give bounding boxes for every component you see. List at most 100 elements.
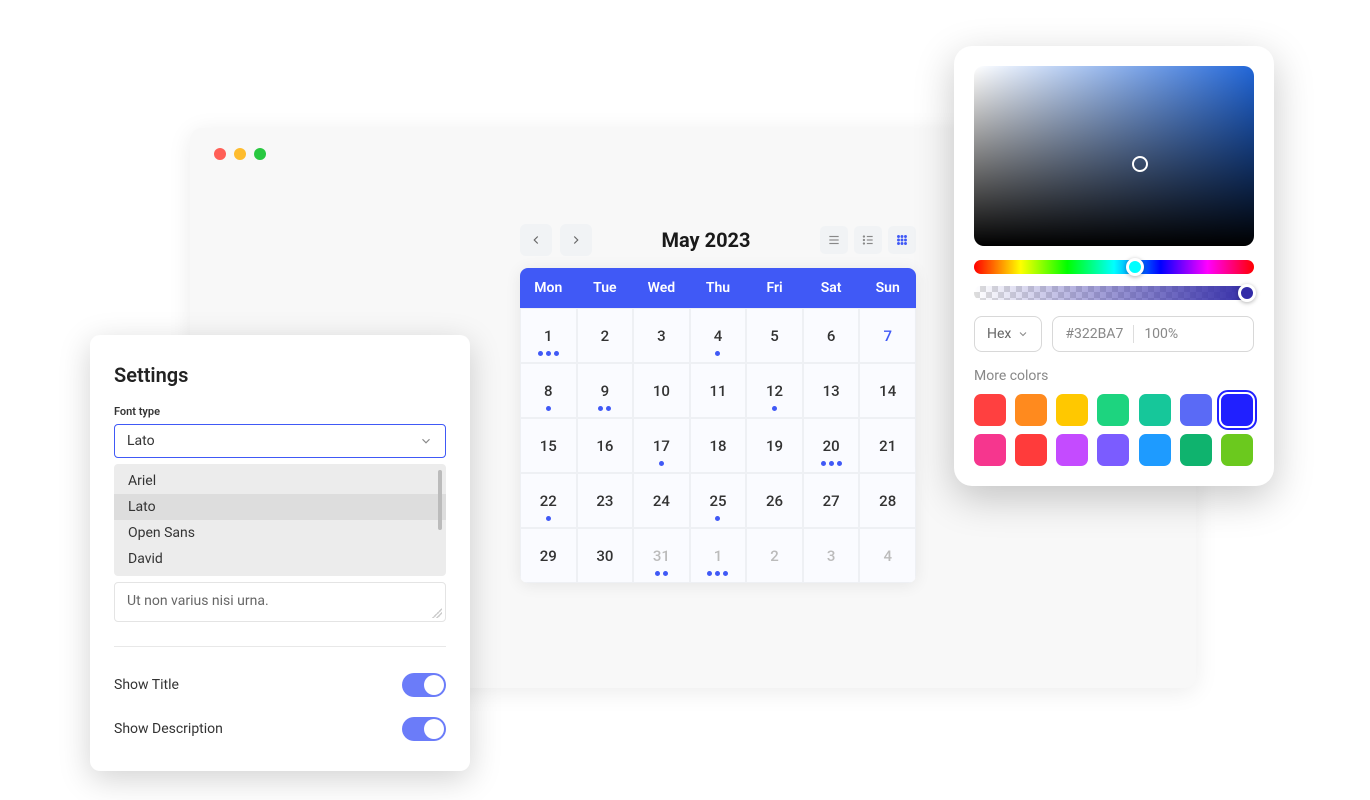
hue-cursor[interactable] bbox=[1126, 258, 1144, 276]
color-swatch[interactable] bbox=[1097, 394, 1129, 426]
list-icon bbox=[827, 233, 841, 247]
calendar-day[interactable]: 17 bbox=[633, 418, 690, 473]
event-dots bbox=[707, 571, 728, 576]
show-description-toggle[interactable] bbox=[402, 717, 446, 741]
show-title-label: Show Title bbox=[114, 677, 179, 693]
calendar-day[interactable]: 29 bbox=[520, 528, 577, 583]
view-agenda-button[interactable] bbox=[854, 226, 882, 254]
calendar-day[interactable]: 5 bbox=[746, 308, 803, 363]
font-option[interactable]: Ariel bbox=[114, 468, 446, 494]
day-number: 17 bbox=[653, 437, 670, 455]
event-dots bbox=[821, 461, 842, 466]
calendar-day[interactable]: 8 bbox=[520, 363, 577, 418]
calendar-day[interactable]: 24 bbox=[633, 473, 690, 528]
color-cursor[interactable] bbox=[1132, 156, 1148, 172]
calendar-day[interactable]: 3 bbox=[803, 528, 860, 583]
calendar-day[interactable]: 18 bbox=[690, 418, 747, 473]
color-swatch[interactable] bbox=[1015, 394, 1047, 426]
color-swatch[interactable] bbox=[1180, 434, 1212, 466]
calendar-day[interactable]: 11 bbox=[690, 363, 747, 418]
minimize-window-button[interactable] bbox=[234, 148, 246, 160]
day-number: 5 bbox=[770, 327, 779, 345]
day-number: 18 bbox=[709, 437, 726, 455]
calendar-day[interactable]: 12 bbox=[746, 363, 803, 418]
color-swatch[interactable] bbox=[1221, 434, 1253, 466]
day-number: 21 bbox=[879, 437, 896, 455]
font-option[interactable]: David bbox=[114, 546, 446, 572]
event-dots bbox=[772, 406, 777, 411]
calendar-day[interactable]: 14 bbox=[859, 363, 916, 418]
calendar-day[interactable]: 13 bbox=[803, 363, 860, 418]
day-number: 2 bbox=[770, 547, 779, 565]
calendar-day[interactable]: 6 bbox=[803, 308, 860, 363]
color-swatch[interactable] bbox=[1180, 394, 1212, 426]
color-swatch[interactable] bbox=[974, 394, 1006, 426]
calendar-day[interactable]: 4 bbox=[859, 528, 916, 583]
more-colors-label: More colors bbox=[974, 368, 1254, 384]
calendar-day[interactable]: 9 bbox=[577, 363, 634, 418]
calendar-day[interactable]: 27 bbox=[803, 473, 860, 528]
calendar-day[interactable]: 1 bbox=[520, 308, 577, 363]
dropdown-scrollbar[interactable] bbox=[438, 470, 442, 530]
color-swatch[interactable] bbox=[1139, 434, 1171, 466]
calendar-day[interactable]: 31 bbox=[633, 528, 690, 583]
color-swatch[interactable] bbox=[1056, 434, 1088, 466]
view-grid-button[interactable] bbox=[888, 226, 916, 254]
day-number: 30 bbox=[596, 547, 613, 565]
day-number: 12 bbox=[766, 382, 783, 400]
calendar-day[interactable]: 20 bbox=[803, 418, 860, 473]
color-swatch[interactable] bbox=[1015, 434, 1047, 466]
alpha-slider[interactable] bbox=[974, 286, 1254, 300]
divider bbox=[114, 646, 446, 647]
day-number: 24 bbox=[653, 492, 670, 510]
calendar-day[interactable]: 2 bbox=[746, 528, 803, 583]
alpha-cursor[interactable] bbox=[1238, 284, 1256, 302]
font-option[interactable]: Open Sans bbox=[114, 520, 446, 546]
calendar-title: May 2023 bbox=[661, 228, 750, 252]
weekday-header: Tue bbox=[577, 268, 634, 308]
color-swatch[interactable] bbox=[1221, 394, 1253, 426]
chevron-right-icon bbox=[569, 233, 583, 247]
color-swatch[interactable] bbox=[1097, 434, 1129, 466]
day-number: 4 bbox=[883, 547, 892, 565]
color-swatch[interactable] bbox=[1056, 394, 1088, 426]
calendar-day[interactable]: 2 bbox=[577, 308, 634, 363]
day-number: 6 bbox=[827, 327, 836, 345]
calendar-day[interactable]: 19 bbox=[746, 418, 803, 473]
day-number: 14 bbox=[879, 382, 896, 400]
calendar-day[interactable]: 26 bbox=[746, 473, 803, 528]
color-saturation-area[interactable] bbox=[974, 66, 1254, 246]
color-value-input[interactable]: #322BA7 100% bbox=[1052, 316, 1254, 352]
font-option[interactable]: Lato bbox=[114, 494, 446, 520]
calendar-day[interactable]: 23 bbox=[577, 473, 634, 528]
close-window-button[interactable] bbox=[214, 148, 226, 160]
show-title-toggle[interactable] bbox=[402, 673, 446, 697]
calendar-day[interactable]: 25 bbox=[690, 473, 747, 528]
calendar-day[interactable]: 22 bbox=[520, 473, 577, 528]
calendar-day[interactable]: 21 bbox=[859, 418, 916, 473]
calendar-day[interactable]: 1 bbox=[690, 528, 747, 583]
event-dots bbox=[538, 351, 559, 356]
calendar-day[interactable]: 30 bbox=[577, 528, 634, 583]
next-month-button[interactable] bbox=[560, 224, 592, 256]
calendar-day[interactable]: 10 bbox=[633, 363, 690, 418]
description-textarea[interactable]: Ut non varius nisi urna. bbox=[114, 582, 446, 622]
agenda-icon bbox=[861, 233, 875, 247]
calendar-day[interactable]: 15 bbox=[520, 418, 577, 473]
weekday-header: Sat bbox=[803, 268, 860, 308]
day-number: 28 bbox=[879, 492, 896, 510]
prev-month-button[interactable] bbox=[520, 224, 552, 256]
calendar-day[interactable]: 28 bbox=[859, 473, 916, 528]
color-format-select[interactable]: Hex bbox=[974, 316, 1042, 352]
calendar-day[interactable]: 4 bbox=[690, 308, 747, 363]
color-swatch[interactable] bbox=[974, 434, 1006, 466]
hue-slider[interactable] bbox=[974, 260, 1254, 274]
event-dots bbox=[546, 516, 551, 521]
maximize-window-button[interactable] bbox=[254, 148, 266, 160]
calendar-day[interactable]: 7 bbox=[859, 308, 916, 363]
calendar-day[interactable]: 16 bbox=[577, 418, 634, 473]
view-list-button[interactable] bbox=[820, 226, 848, 254]
calendar-day[interactable]: 3 bbox=[633, 308, 690, 363]
color-swatch[interactable] bbox=[1139, 394, 1171, 426]
font-select[interactable]: Lato bbox=[114, 424, 446, 458]
